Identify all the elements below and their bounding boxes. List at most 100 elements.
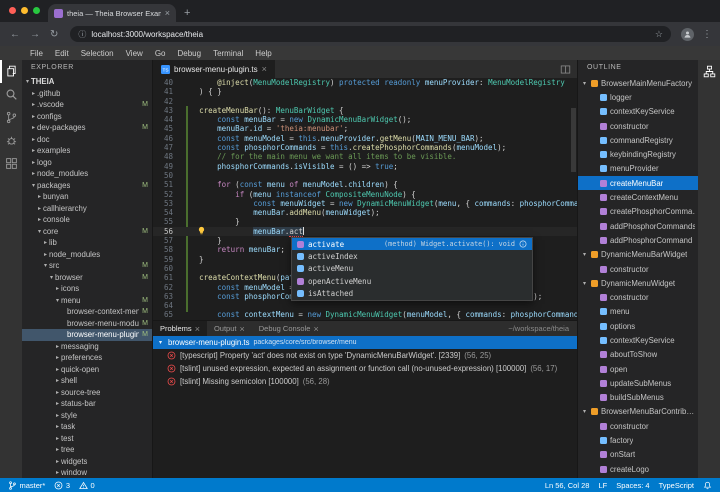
tree-item-bunyan[interactable]: ▸ bunyan: [22, 191, 152, 203]
activity-extensions[interactable]: [0, 152, 22, 175]
tree-item-widgets[interactable]: ▸ widgets: [22, 456, 152, 468]
outline-item-browsermainmenufactory[interactable]: ▾ BrowserMainMenuFactory: [578, 76, 698, 90]
lightbulb-icon[interactable]: [197, 226, 206, 235]
tree-item-vscode[interactable]: ▸ .vscode M: [22, 99, 152, 111]
tree-item-preferences[interactable]: ▸ preferences: [22, 352, 152, 364]
tree-item-browser-context-menu[interactable]: browser-context-menu-…M: [22, 306, 152, 318]
tree-item-quick-open[interactable]: ▸ quick-open: [22, 364, 152, 376]
outline-item-factory[interactable]: factory: [578, 433, 698, 447]
split-editor-icon[interactable]: [560, 64, 571, 75]
panel-tab-debug-console[interactable]: Debug Console ×: [252, 321, 326, 336]
close-icon[interactable]: ×: [195, 324, 200, 334]
tree-item-github[interactable]: ▸ .github: [22, 88, 152, 100]
outline-item-open[interactable]: open: [578, 362, 698, 376]
tree-item-node-modules[interactable]: ▸ node_modules: [22, 249, 152, 261]
panel-tab-problems[interactable]: Problems ×: [153, 321, 207, 336]
code-line-51[interactable]: 51 for (const menu of menuModel.children…: [153, 180, 577, 189]
problem-row[interactable]: [tslint] Missing semicolon [100000] (56, …: [153, 375, 577, 388]
code-line-47[interactable]: 47 const phosphorCommands = this.createP…: [153, 143, 577, 152]
status-item-spaces-4[interactable]: Spaces: 4: [616, 481, 649, 490]
browser-menu-icon[interactable]: ⋮: [702, 29, 712, 40]
tree-item-console[interactable]: ▸ console: [22, 214, 152, 226]
tree-item-browser-menu-module-ts[interactable]: browser-menu-module.tsM: [22, 318, 152, 330]
status-item-0[interactable]: 0: [79, 481, 95, 490]
outline-item-browsermenubarcontrib[interactable]: ▾ BrowserMenuBarContrib…: [578, 405, 698, 419]
outline-item-createmenubar[interactable]: createMenuBar: [578, 176, 698, 191]
code-line-43[interactable]: 43 createMenuBar(): MenuBarWidget {: [153, 106, 577, 115]
menu-help[interactable]: Help: [249, 49, 277, 58]
tree-item-window[interactable]: ▸ window: [22, 467, 152, 478]
menu-edit[interactable]: Edit: [49, 49, 75, 58]
status-item-lf[interactable]: LF: [598, 481, 607, 490]
outline-item-constructor[interactable]: constructor: [578, 262, 698, 276]
code-line-54[interactable]: 54 menuBar.addMenu(menuWidget);: [153, 208, 577, 217]
suggest-item-activemenu[interactable]: activeMenu: [292, 263, 532, 275]
tree-item-tree[interactable]: ▸ tree: [22, 444, 152, 456]
tree-item-lib[interactable]: ▸ lib: [22, 237, 152, 249]
tree-item-callhierarchy[interactable]: ▸ callhierarchy: [22, 203, 152, 215]
outline-item-menu[interactable]: menu: [578, 305, 698, 319]
menu-view[interactable]: View: [120, 49, 149, 58]
menu-file[interactable]: File: [24, 49, 49, 58]
tree-item-style[interactable]: ▸ style: [22, 410, 152, 422]
outline-item-constructor[interactable]: constructor: [578, 290, 698, 304]
code-editor[interactable]: 40 @inject(MenuModelRegistry) protected …: [153, 78, 577, 320]
outline-item-keybindingregistry[interactable]: keybindingRegistry: [578, 147, 698, 161]
tree-item-status-bar[interactable]: ▸ status-bar: [22, 398, 152, 410]
activity-outline[interactable]: [698, 60, 720, 83]
code-line-64[interactable]: 64: [153, 301, 577, 310]
tree-item-packages[interactable]: ▾ packages M: [22, 180, 152, 192]
problem-row[interactable]: [typescript] Property 'act' does not exi…: [153, 349, 577, 362]
outline-item-constructor[interactable]: constructor: [578, 119, 698, 133]
code-line-45[interactable]: 45 menuBar.id = 'theia:menubar';: [153, 124, 577, 133]
menu-debug[interactable]: Debug: [171, 49, 207, 58]
tree-item-messaging[interactable]: ▸ messaging: [22, 341, 152, 353]
outline-item-contextkeyservice[interactable]: contextKeyService: [578, 105, 698, 119]
outline-item-options[interactable]: options: [578, 319, 698, 333]
outline-item-createcontextmenu[interactable]: createContextMenu: [578, 190, 698, 204]
code-line-52[interactable]: 52 if (menu instanceof CompositeMenuNode…: [153, 190, 577, 199]
code-line-56[interactable]: 56 menuBar.act: [153, 226, 577, 237]
tree-item-examples[interactable]: ▸ examples: [22, 145, 152, 157]
tree-item-node-modules[interactable]: ▸ node_modules: [22, 168, 152, 180]
menu-go[interactable]: Go: [149, 49, 172, 58]
tree-item-theia[interactable]: ▾ THEIA: [22, 76, 152, 88]
outline-item-addphosphorcommand[interactable]: addPhosphorCommand: [578, 233, 698, 247]
outline-item-commandregistry[interactable]: commandRegistry: [578, 133, 698, 147]
status-item-bell[interactable]: [703, 481, 712, 490]
status-item-3[interactable]: 3: [54, 481, 70, 490]
code-line-48[interactable]: 48 // for the main menu we want all item…: [153, 152, 577, 161]
outline-item-createlogo[interactable]: createLogo: [578, 462, 698, 476]
code-line-49[interactable]: 49 phosphorCommands.isVisible = () => tr…: [153, 162, 577, 171]
outline-item-onstart[interactable]: onStart: [578, 448, 698, 462]
activity-explorer[interactable]: [0, 60, 22, 83]
tree-item-dev-packages[interactable]: ▸ dev-packages M: [22, 122, 152, 134]
close-icon[interactable]: ×: [313, 324, 318, 334]
tree-item-doc[interactable]: ▸ doc: [22, 134, 152, 146]
tree-item-browser-menu-plugin-ts[interactable]: browser-menu-plugin.tsM: [22, 329, 152, 341]
tree-item-browser[interactable]: ▾ browser M: [22, 272, 152, 284]
outline-item-createphosphorcomma[interactable]: createPhosphorComma…: [578, 205, 698, 219]
code-line-42[interactable]: 42: [153, 97, 577, 106]
code-line-41[interactable]: 41 ) { }: [153, 87, 577, 96]
browser-tab[interactable]: theia — Theia Browser Example ×: [48, 4, 176, 22]
window-zoom-button[interactable]: [33, 7, 40, 14]
code-line-50[interactable]: 50: [153, 171, 577, 180]
suggest-item-openactivemenu[interactable]: openActiveMenu: [292, 275, 532, 287]
outline-item-menuprovider[interactable]: menuProvider: [578, 162, 698, 176]
activity-search[interactable]: [0, 83, 22, 106]
tree-item-icons[interactable]: ▸ icons: [22, 283, 152, 295]
code-line-40[interactable]: 40 @inject(MenuModelRegistry) protected …: [153, 78, 577, 87]
tree-item-task[interactable]: ▸ task: [22, 421, 152, 433]
tree-item-core[interactable]: ▾ core M: [22, 226, 152, 238]
tree-item-src[interactable]: ▾ src M: [22, 260, 152, 272]
outline-item-logger[interactable]: logger: [578, 90, 698, 104]
outline-item-dynamicmenuwidget[interactable]: ▾ DynamicMenuWidget: [578, 276, 698, 290]
code-line-53[interactable]: 53 const menuWidget = new DynamicMenuWid…: [153, 199, 577, 208]
close-icon[interactable]: ×: [239, 324, 244, 334]
window-minimize-button[interactable]: [21, 7, 28, 14]
tab-close-icon[interactable]: ×: [165, 8, 170, 18]
menu-terminal[interactable]: Terminal: [207, 49, 249, 58]
activity-debug[interactable]: [0, 129, 22, 152]
code-line-46[interactable]: 46 const menuModel = this.menuProvider.g…: [153, 134, 577, 143]
